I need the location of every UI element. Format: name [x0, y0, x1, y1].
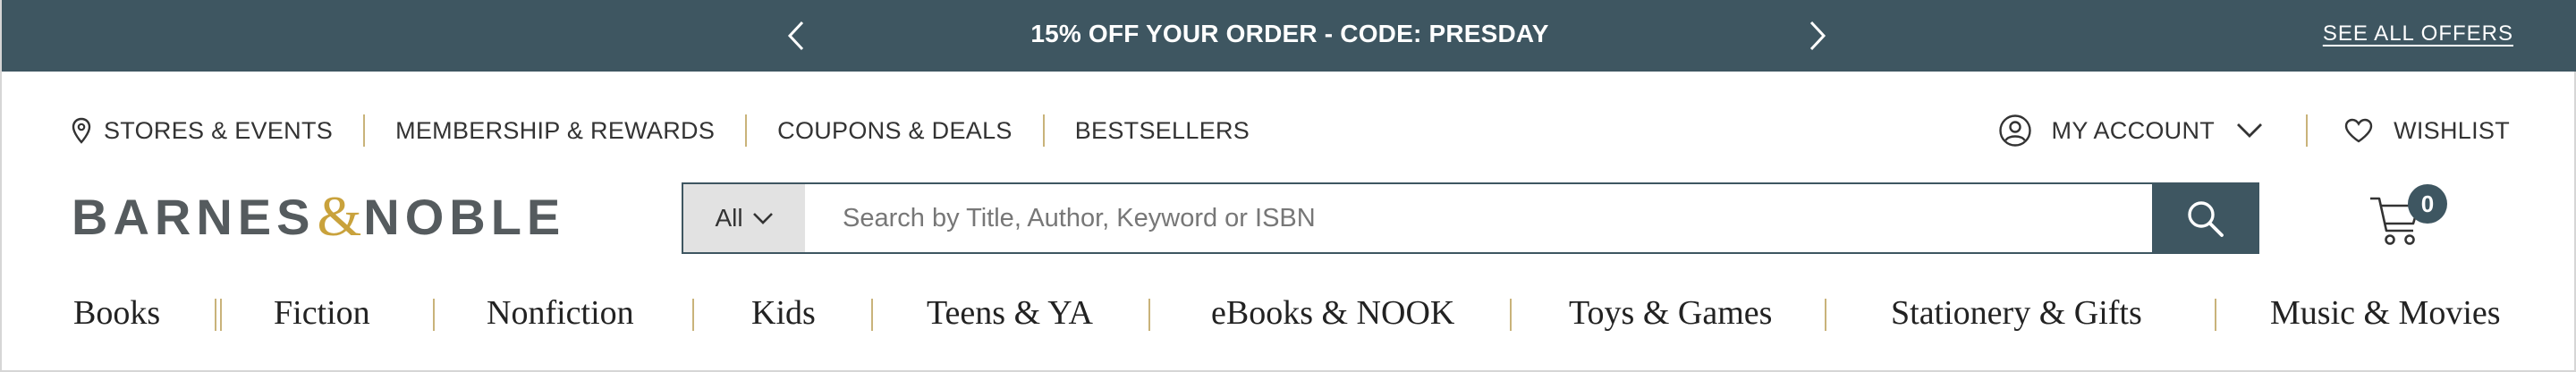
map-pin-icon [72, 117, 91, 144]
wishlist-link[interactable]: WISHLIST [2343, 117, 2510, 145]
category-nav: Books Fiction Nonfiction Kids Teens & YA… [2, 286, 2576, 340]
site-logo[interactable]: BARNES & NOBLE [72, 184, 566, 248]
promo-next-button[interactable] [1798, 16, 1837, 55]
cart-button[interactable]: 0 [2368, 184, 2447, 254]
site-header: 15% OFF YOUR ORDER - CODE: PRESDAY SEE A… [0, 0, 2576, 372]
divider [363, 114, 366, 147]
bestsellers-link[interactable]: BESTSELLERS [1075, 117, 1250, 145]
divider [215, 299, 216, 331]
my-account-label: MY ACCOUNT [2051, 116, 2216, 144]
wishlist-label: WISHLIST [2394, 116, 2510, 144]
cart-count-badge: 0 [2408, 184, 2447, 224]
search-button[interactable] [2152, 184, 2258, 252]
chevron-right-icon [1809, 21, 1826, 51]
user-icon [1998, 114, 2031, 147]
divider [433, 299, 435, 331]
divider [1825, 299, 1826, 331]
nav-item-music-movies[interactable]: Music & Movies [2270, 293, 2501, 333]
account-nav: MY ACCOUNT WISHLIST [1998, 109, 2510, 152]
divider [1510, 299, 1512, 331]
search-icon [2188, 201, 2224, 237]
utility-nav: STORES & EVENTS MEMBERSHIP & REWARDS COU… [72, 107, 1250, 154]
divider [1148, 299, 1150, 331]
divider [2215, 299, 2216, 331]
heart-icon [2344, 118, 2373, 143]
chevron-down-icon [752, 213, 773, 224]
coupons-deals-link[interactable]: COUPONS & DEALS [777, 117, 1013, 145]
divider [745, 114, 748, 147]
chevron-down-icon [2237, 123, 2263, 138]
nav-item-fiction[interactable]: Fiction [274, 293, 370, 333]
stores-events-link[interactable]: STORES & EVENTS [72, 117, 333, 145]
logo-ampersand: & [317, 184, 362, 248]
stores-events-label: STORES & EVENTS [104, 116, 334, 144]
promo-message[interactable]: 15% OFF YOUR ORDER - CODE: PRESDAY [2, 20, 2576, 48]
logo-text-left: BARNES [72, 188, 316, 245]
nav-item-nonfiction[interactable]: Nonfiction [487, 293, 634, 333]
divider [2306, 114, 2309, 147]
search-bar: All [682, 182, 2259, 254]
search-category-value: All [715, 204, 743, 232]
divider [1042, 114, 1045, 147]
divider [220, 299, 222, 331]
logo-text-right: NOBLE [363, 188, 566, 245]
nav-item-books[interactable]: Books [73, 293, 160, 333]
nav-item-kids[interactable]: Kids [751, 293, 816, 333]
promo-banner: 15% OFF YOUR ORDER - CODE: PRESDAY SEE A… [2, 0, 2576, 72]
my-account-menu[interactable]: MY ACCOUNT [1998, 114, 2264, 148]
nav-item-stationery-gifts[interactable]: Stationery & Gifts [1891, 293, 2142, 333]
nav-item-toys-games[interactable]: Toys & Games [1569, 293, 1772, 333]
nav-item-teens-ya[interactable]: Teens & YA [927, 293, 1093, 333]
divider [692, 299, 694, 331]
membership-rewards-link[interactable]: MEMBERSHIP & REWARDS [395, 117, 715, 145]
see-all-offers-link[interactable]: SEE ALL OFFERS [2323, 21, 2513, 46]
search-category-select[interactable]: All [683, 184, 805, 252]
nav-item-ebooks-nook[interactable]: eBooks & NOOK [1211, 293, 1454, 333]
divider [871, 299, 873, 331]
search-input[interactable] [805, 184, 2152, 252]
